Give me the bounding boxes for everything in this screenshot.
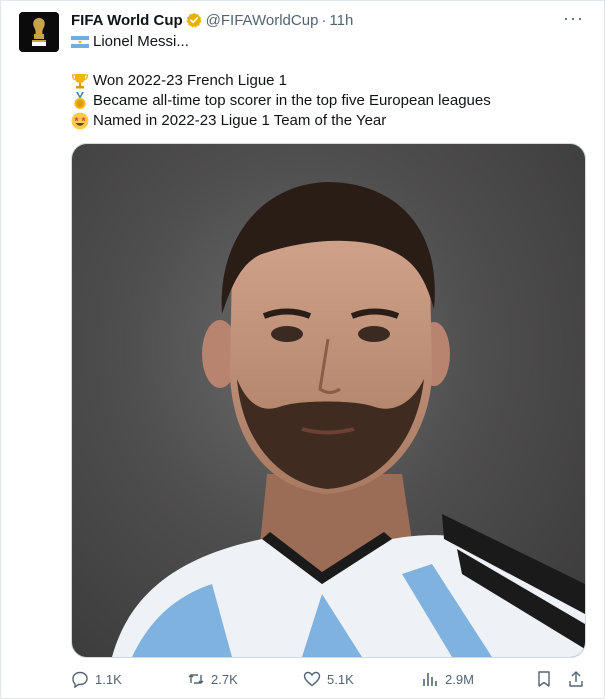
reply-count: 1.1K	[95, 671, 122, 687]
share-button[interactable]	[567, 668, 585, 690]
tweet-line-text: Lionel Messi...	[93, 33, 189, 50]
display-name[interactable]: FIFA World Cup	[71, 12, 183, 29]
like-button[interactable]: 5.1K	[303, 668, 354, 690]
tweet-line: Named in 2022-23 Ligue 1 Team of the Yea…	[71, 111, 491, 131]
fifa-logo-icon	[19, 12, 59, 52]
tweet-actions: 1.1K 2.7K 5.1K 2.9M	[71, 668, 591, 690]
retweet-icon	[188, 674, 204, 684]
avatar[interactable]	[19, 12, 59, 52]
tweet-line-text: Named in 2022-23 Ligue 1 Team of the Yea…	[93, 112, 387, 129]
tweet-line: Lionel Messi...	[71, 32, 491, 52]
bookmark-icon	[538, 671, 550, 687]
views-button[interactable]: 2.9M	[421, 668, 474, 690]
separator-dot: ·	[321, 11, 327, 29]
views-chart-icon	[423, 673, 437, 686]
tweet-line: Won 2022-23 French Ligue 1	[71, 71, 491, 91]
tweet-card[interactable]: FIFA World Cup @FIFAWorldCup · 11h ··· L…	[0, 0, 605, 699]
handle[interactable]: @FIFAWorldCup	[206, 12, 319, 29]
medal-icon	[71, 92, 89, 110]
bookmark-button[interactable]	[535, 668, 553, 690]
player-portrait-image	[112, 182, 585, 657]
retweet-button[interactable]: 2.7K	[187, 668, 238, 690]
reply-button[interactable]: 1.1K	[71, 668, 122, 690]
tweet-header: FIFA World Cup @FIFAWorldCup · 11h	[71, 10, 353, 30]
tweet-line-text: Became all-time top scorer in the top fi…	[93, 92, 491, 109]
share-icon	[569, 671, 583, 687]
heart-icon	[303, 671, 321, 687]
star-struck-icon	[71, 112, 89, 130]
tweet-text: Lionel Messi... Won 2022-23 French Ligue…	[71, 32, 491, 131]
trophy-icon	[71, 72, 89, 90]
like-count: 5.1K	[327, 671, 354, 687]
tweet-line-text: Won 2022-23 French Ligue 1	[93, 72, 288, 89]
verified-badge-icon[interactable]	[186, 12, 202, 28]
argentina-flag-icon	[71, 33, 89, 51]
tweet-line: Became all-time top scorer in the top fi…	[71, 91, 491, 111]
tweet-media-image[interactable]	[71, 143, 586, 658]
views-count: 2.9M	[445, 671, 474, 687]
retweet-count: 2.7K	[211, 671, 238, 687]
reply-icon	[72, 671, 88, 688]
timestamp[interactable]: 11h	[329, 12, 353, 29]
more-options-icon[interactable]: ···	[563, 8, 584, 29]
